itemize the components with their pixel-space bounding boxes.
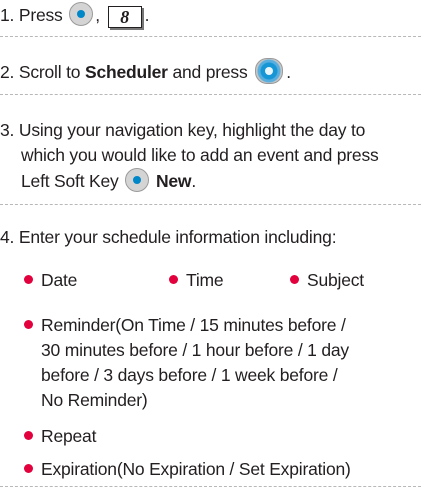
step-3-line-3: Left Soft Key New. <box>21 168 196 194</box>
step-3-line-3-text: Left Soft Key <box>21 171 119 191</box>
list-item-time: Time <box>169 268 224 293</box>
step-divider <box>0 36 421 37</box>
bullet-icon <box>24 275 33 284</box>
step-2-text-after: and press <box>172 62 248 82</box>
step-1-text: Press <box>18 5 63 25</box>
step-divider <box>0 486 421 487</box>
step-4-text: Enter your schedule information includin… <box>18 227 337 247</box>
left-soft-key-icon <box>125 168 150 192</box>
reminder-line-3: before / 3 days before / 1 week before / <box>41 365 338 385</box>
step-2: 2. Scroll to Scheduler and press . <box>0 58 291 85</box>
step-3-line-1: 3. Using your navigation key, highlight … <box>0 118 365 143</box>
bullet-icon <box>169 275 178 284</box>
step-3-line-2: which you would like to add an event and… <box>21 145 379 165</box>
list-item-repeat: Repeat <box>24 424 96 449</box>
step-1: 1. Press , 8. <box>0 2 149 28</box>
bullet-icon <box>290 275 299 284</box>
reminder-line-2: 30 minutes before / 1 hour before / 1 da… <box>41 340 349 360</box>
list-item-expiration: Expiration(No Expiration / Set Expiratio… <box>24 457 351 482</box>
step-2-number: 2. <box>0 62 15 82</box>
step-2-text: Scroll to <box>18 62 81 82</box>
step-1-number: 1. <box>0 5 15 25</box>
step-4-number: 4. <box>0 227 15 247</box>
step-3-line-1-text: Using your navigation key, highlight the… <box>18 120 366 140</box>
subject-label: Subject <box>307 270 364 290</box>
step-divider <box>0 94 421 95</box>
new-label: New <box>155 171 192 191</box>
time-label: Time <box>186 270 224 290</box>
step-4: 4. Enter your schedule information inclu… <box>0 225 337 250</box>
date-label: Date <box>41 270 78 290</box>
navigation-ok-key-icon <box>255 58 284 84</box>
instruction-page: 1. Press , 8. 2. Scroll to Scheduler and… <box>0 0 421 489</box>
expiration-label: Expiration(No Expiration / Set Expiratio… <box>41 459 351 479</box>
list-item-subject: Subject <box>290 268 364 293</box>
reminder-line-4: No Reminder) <box>41 390 148 410</box>
step-3-number: 3. <box>0 120 15 140</box>
list-item-date: Date <box>24 268 77 293</box>
bullet-icon <box>24 431 33 440</box>
step-divider <box>0 204 421 205</box>
list-item-reminder: Reminder(On Time / 15 minutes before / <box>24 313 346 338</box>
number-8-key-icon: 8 <box>107 6 142 28</box>
reminder-line-1: Reminder(On Time / 15 minutes before / <box>41 315 346 335</box>
left-soft-key-icon <box>69 2 94 26</box>
bullet-icon <box>24 320 33 329</box>
repeat-label: Repeat <box>41 426 97 446</box>
scheduler-label: Scheduler <box>84 62 168 82</box>
bullet-icon <box>24 464 33 473</box>
